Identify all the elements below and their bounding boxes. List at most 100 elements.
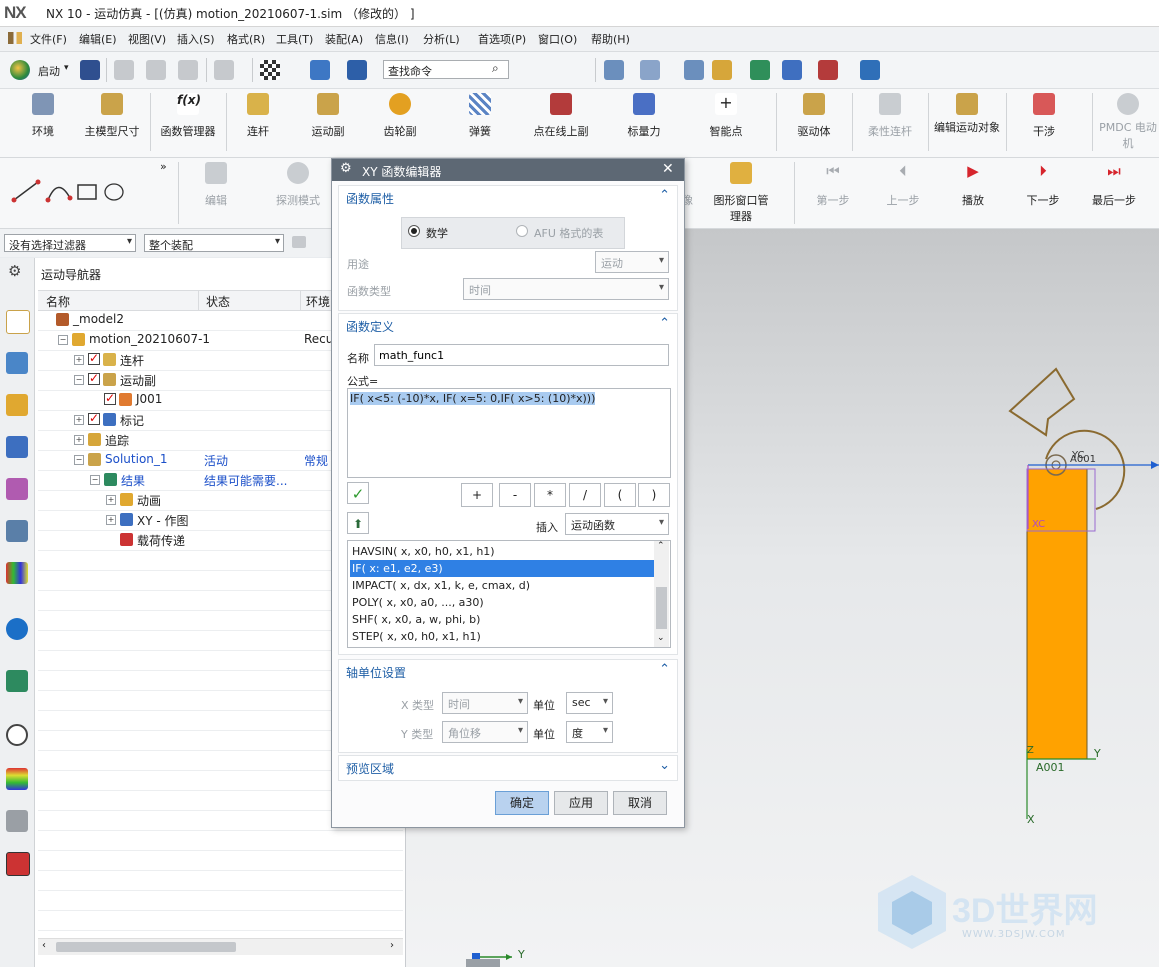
section-title-preview[interactable]: 预览区域 <box>346 760 394 777</box>
visibility-checkbox[interactable] <box>88 411 100 425</box>
paste-icon[interactable] <box>178 60 198 80</box>
play-button[interactable]: ▶ 播放 <box>952 162 994 208</box>
ribbon-environment-button[interactable]: 环境 <box>22 93 64 139</box>
visibility-checkbox[interactable] <box>104 391 116 405</box>
operator-divide-button[interactable]: / <box>569 483 601 507</box>
measure-icon[interactable] <box>860 60 880 80</box>
collapse-icon[interactable]: − <box>58 335 68 345</box>
motion-icon[interactable] <box>750 60 770 80</box>
function-list-item[interactable]: SHF( x, x0, a, w, phi, b) <box>350 611 654 628</box>
horizontal-scrollbar[interactable]: ‹ › <box>38 938 403 955</box>
chevron-down-icon[interactable]: ▾ <box>64 63 69 73</box>
collapse-icon[interactable]: − <box>90 475 100 485</box>
menu-analysis[interactable]: 分析(L) <box>423 31 460 47</box>
search-icon[interactable]: ⌕ <box>492 61 499 76</box>
visibility-checkbox[interactable] <box>88 351 100 365</box>
chevron-up-icon[interactable]: ⌃ <box>659 188 670 203</box>
menu-file[interactable]: 文件(F) <box>30 31 67 47</box>
assembly-navigator-tab-icon[interactable] <box>6 352 28 374</box>
chevron-down-icon[interactable]: ⌄ <box>659 758 670 773</box>
section-title-properties[interactable]: 函数属性 <box>346 190 394 207</box>
probe-mode-button[interactable]: 探测模式 <box>272 162 324 208</box>
y-type-dropdown[interactable]: 角位移 <box>442 721 528 743</box>
cancel-button[interactable]: 取消 <box>613 791 667 815</box>
command-finder-input[interactable]: 查找命令 <box>383 60 509 79</box>
close-icon[interactable]: ✕ <box>662 161 674 177</box>
first-step-button[interactable]: ⏮ 第一步 <box>812 162 854 208</box>
checkered-flag-icon[interactable] <box>260 60 280 80</box>
ribbon-edit-motion-object-button[interactable]: 编辑运动对象 <box>934 93 1000 135</box>
function-list-item[interactable]: STEP( x, x0, h0, x1, h1) <box>350 628 654 645</box>
check-formula-button[interactable]: ✓ <box>347 482 369 504</box>
link-body[interactable] <box>1026 468 1088 760</box>
radio-math[interactable] <box>408 225 420 237</box>
scroll-down-icon[interactable]: ⌄ <box>657 633 665 643</box>
web-browser-tab-icon[interactable] <box>6 670 28 692</box>
function-list-item[interactable]: IF( x: e1, e2, e3) <box>350 560 654 577</box>
info-window-icon[interactable] <box>347 60 367 80</box>
grid-icon[interactable] <box>818 60 838 80</box>
expand-icon[interactable]: + <box>106 495 116 505</box>
scroll-up-icon[interactable]: ⌃ <box>657 541 665 551</box>
y-unit-dropdown[interactable]: 度 <box>566 721 613 743</box>
assembly-icon[interactable] <box>712 60 732 80</box>
constraint-navigator-tab-icon[interactable] <box>6 394 28 416</box>
menu-information[interactable]: 信息(I) <box>375 31 409 47</box>
operator-plus-button[interactable]: + <box>461 483 493 507</box>
triad-icon[interactable] <box>640 60 660 80</box>
hd3d-tab-icon[interactable] <box>6 520 28 542</box>
undo-icon[interactable] <box>214 60 234 80</box>
purpose-dropdown[interactable]: 运动 <box>595 251 669 273</box>
save-icon[interactable] <box>80 60 100 80</box>
ribbon-driver-button[interactable]: 驱动体 <box>790 93 838 139</box>
x-type-dropdown[interactable]: 时间 <box>442 692 528 714</box>
copy-icon[interactable] <box>146 60 166 80</box>
section-title-definition[interactable]: 函数定义 <box>346 318 394 335</box>
menu-insert[interactable]: 插入(S) <box>177 31 215 47</box>
curve-tools-icon[interactable] <box>10 176 130 206</box>
ribbon-spring-button[interactable]: 弹簧 <box>458 93 502 139</box>
start-button[interactable]: 启动 <box>38 63 60 79</box>
chevron-up-icon[interactable]: ⌃ <box>659 662 670 677</box>
expand-icon[interactable]: + <box>106 515 116 525</box>
function-type-dropdown[interactable]: 时间 <box>463 278 669 300</box>
solver-icon[interactable] <box>782 60 802 80</box>
layer-icon[interactable] <box>310 60 330 80</box>
cut-icon[interactable] <box>114 60 134 80</box>
function-name-input[interactable] <box>374 344 669 366</box>
radio-afu-table[interactable] <box>516 225 528 237</box>
visibility-checkbox[interactable] <box>88 371 100 385</box>
operator-multiply-button[interactable]: * <box>534 483 566 507</box>
formula-textarea[interactable]: IF( x<5: (-10)*x, IF( x=5: 0,IF( x>5: (1… <box>347 388 671 478</box>
snap-point-icon[interactable] <box>292 236 306 248</box>
part-navigator-tab-icon[interactable] <box>6 436 28 458</box>
menu-tools[interactable]: 工具(T) <box>276 31 313 47</box>
menu-assembly[interactable]: 装配(A) <box>325 31 363 47</box>
ribbon-smart-point-button[interactable]: + 智能点 <box>704 93 748 139</box>
column-status[interactable]: 状态 <box>206 293 230 310</box>
system-materials-tab-icon[interactable] <box>6 852 30 876</box>
motion-navigator-tab-icon[interactable] <box>6 310 30 334</box>
ok-button[interactable]: 确定 <box>495 791 549 815</box>
ribbon-joint-button[interactable]: 运动副 <box>306 93 350 139</box>
collapse-icon[interactable]: − <box>74 455 84 465</box>
scrollbar-thumb[interactable] <box>56 942 236 952</box>
roles-tab-icon[interactable] <box>6 810 28 832</box>
apply-button[interactable]: 应用 <box>554 791 608 815</box>
reuse-library-tab-icon[interactable] <box>6 478 28 500</box>
ribbon-more-icon[interactable]: » <box>160 160 167 173</box>
operator-open-paren-button[interactable]: ( <box>604 483 636 507</box>
column-name[interactable]: 名称 <box>46 293 70 310</box>
expand-icon[interactable]: + <box>74 435 84 445</box>
snap-icon[interactable] <box>684 60 704 80</box>
menu-window[interactable]: 窗口(O) <box>538 31 577 47</box>
next-step-button[interactable]: ⏵ 下一步 <box>1022 162 1064 208</box>
menu-view[interactable]: 视图(V) <box>128 31 166 47</box>
ribbon-master-model-dimension-button[interactable]: 主模型尺寸 <box>80 93 144 139</box>
function-list-item[interactable]: POLY( x, x0, a0, ..., a30) <box>350 594 654 611</box>
previous-step-button[interactable]: ⏴ 上一步 <box>882 162 924 208</box>
dialog-title-bar[interactable]: ⚙ XY 函数编辑器 ✕ <box>332 159 684 181</box>
expand-icon[interactable]: + <box>74 355 84 365</box>
palette-tab-icon[interactable] <box>6 562 28 584</box>
ribbon-pmdc-motor-button[interactable]: PMDC 电动机 <box>1098 93 1158 151</box>
